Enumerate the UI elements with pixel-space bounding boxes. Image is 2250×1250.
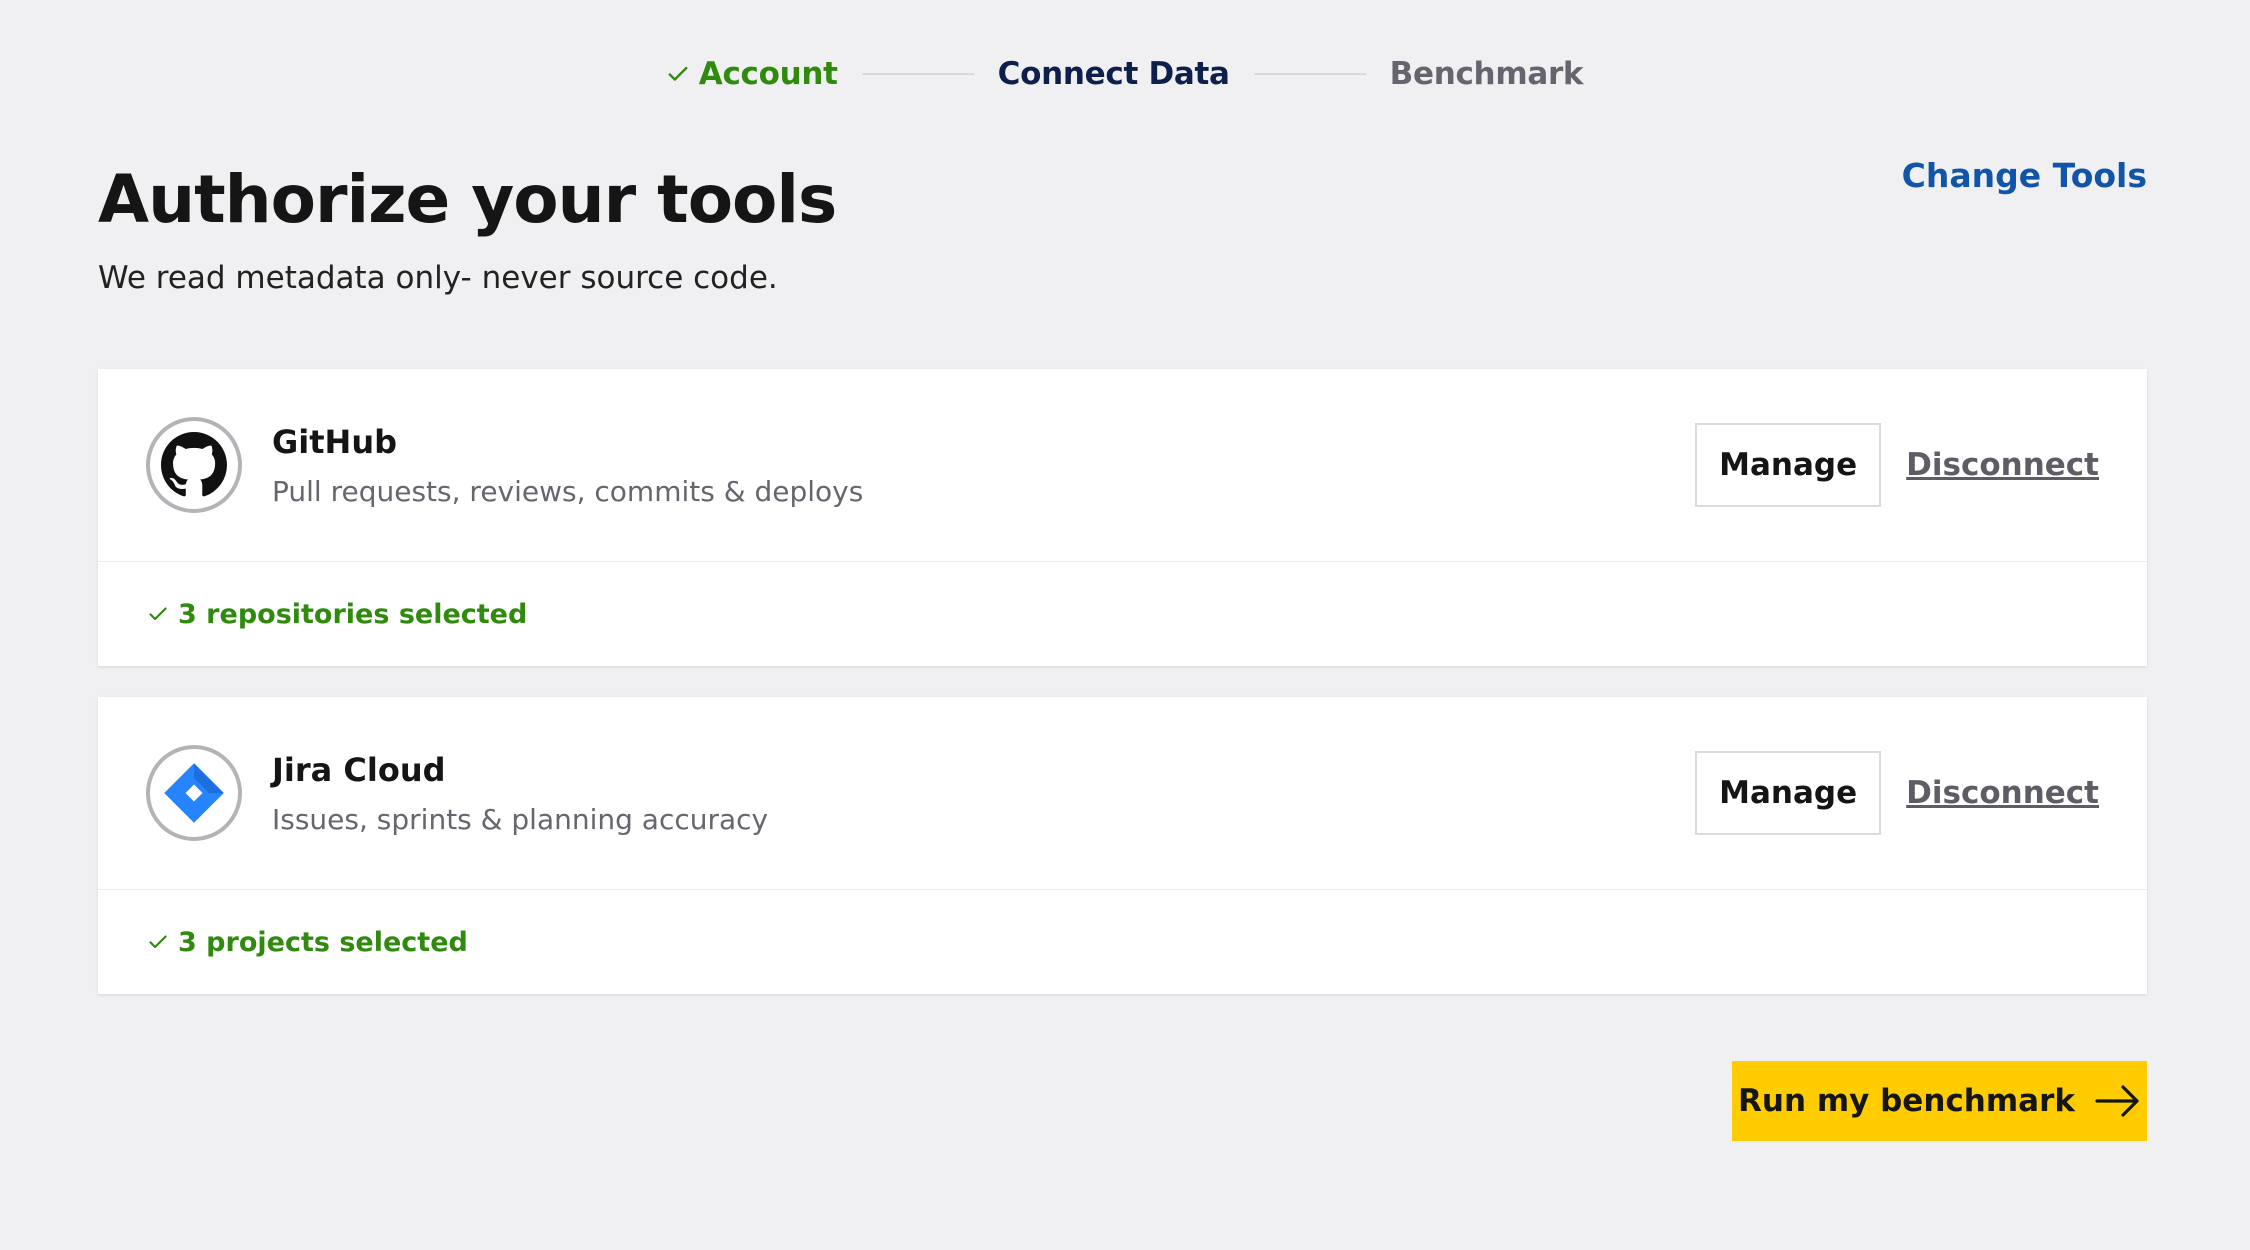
change-tools-link[interactable]: Change Tools: [1902, 159, 2147, 192]
tool-description: Pull requests, reviews, commits & deploy…: [272, 474, 864, 508]
check-icon: [149, 935, 167, 949]
github-logo: [146, 417, 242, 513]
step-label: Connect Data: [997, 56, 1230, 92]
step-label: Benchmark: [1389, 56, 1584, 92]
run-benchmark-label: Run my benchmark: [1738, 1083, 2075, 1119]
step-label: Account: [698, 56, 838, 92]
tool-cards: GitHub Pull requests, reviews, commits &…: [98, 369, 2147, 1025]
tool-card-github: GitHub Pull requests, reviews, commits &…: [98, 369, 2147, 666]
github-icon: [161, 432, 227, 497]
status-text: 3 projects selected: [178, 926, 468, 958]
progress-stepper: Account Connect Data Benchmark: [0, 56, 2250, 92]
tool-name: GitHub: [272, 422, 397, 461]
tool-info: GitHub Pull requests, reviews, commits &…: [272, 423, 1695, 508]
step-connector: [1253, 73, 1366, 75]
tool-status: 3 projects selected: [98, 890, 2147, 994]
page-title: Authorize your tools: [98, 161, 837, 238]
step-connect-data: Connect Data: [998, 56, 1230, 92]
jira-icon: [164, 763, 224, 823]
tool-card-jira: Jira Cloud Issues, sprints & planning ac…: [98, 697, 2147, 994]
status-text: 3 repositories selected: [178, 598, 528, 630]
tool-card-header: Jira Cloud Issues, sprints & planning ac…: [98, 697, 2147, 890]
page-subtitle: We read metadata only- never source code…: [98, 260, 778, 296]
tool-info: Jira Cloud Issues, sprints & planning ac…: [272, 751, 1695, 836]
manage-button[interactable]: Manage: [1695, 423, 1882, 507]
disconnect-link[interactable]: Disconnect: [1906, 447, 2099, 483]
tool-description: Issues, sprints & planning accuracy: [272, 802, 769, 836]
run-benchmark-button[interactable]: Run my benchmark: [1732, 1061, 2147, 1141]
disconnect-link[interactable]: Disconnect: [1906, 775, 2099, 811]
jira-logo: [146, 745, 242, 841]
check-icon: [668, 66, 688, 81]
step-benchmark: Benchmark: [1390, 56, 1584, 92]
tool-status: 3 repositories selected: [98, 562, 2147, 666]
step-connector: [861, 73, 974, 75]
page-header: Authorize your tools We read metadata on…: [98, 159, 2147, 296]
tool-name: Jira Cloud: [272, 750, 446, 789]
tool-card-header: GitHub Pull requests, reviews, commits &…: [98, 369, 2147, 562]
manage-button[interactable]: Manage: [1695, 751, 1882, 835]
check-icon: [149, 607, 167, 621]
step-account: Account: [667, 56, 838, 92]
arrow-right-icon: [2095, 1085, 2139, 1117]
